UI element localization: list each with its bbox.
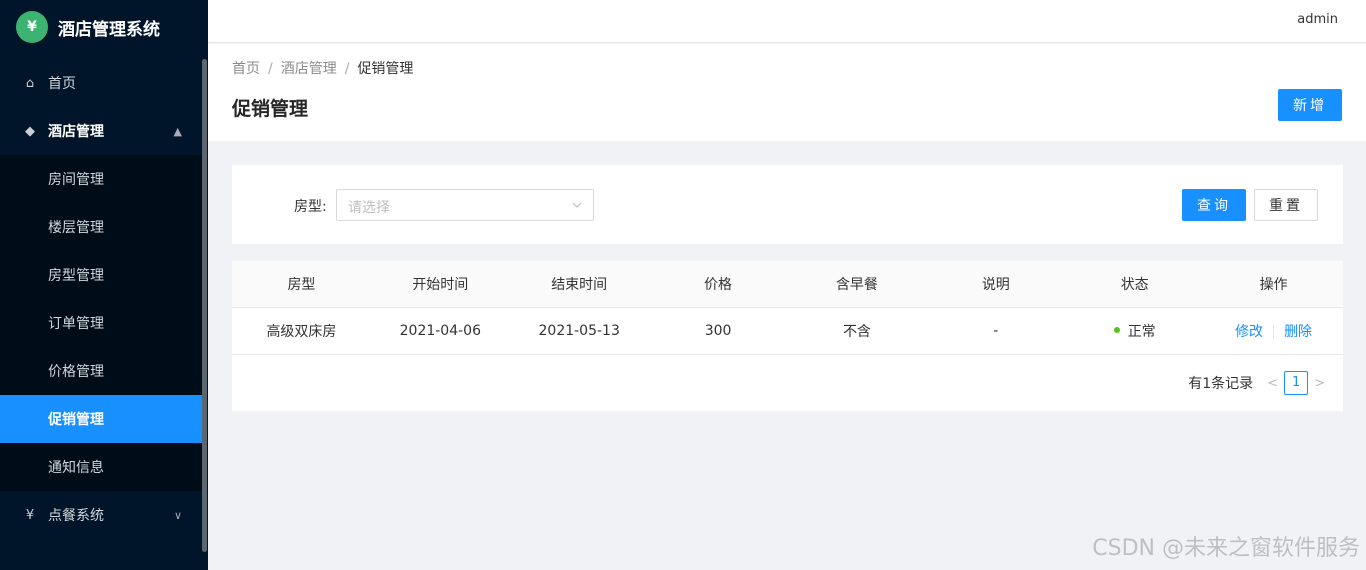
column-header: 开始时间 [370, 261, 510, 308]
pagination: 有1条记录 < 1 > [1188, 371, 1331, 395]
promotions-table-card: 房型 开始时间 结束时间 价格 含早餐 说明 状态 操作 高级双床房 2021-… [232, 261, 1343, 411]
action-divider [1273, 324, 1275, 339]
home-icon: ⌂ [25, 75, 35, 91]
sidebar-item-hotel-management[interactable]: ◆ 酒店管理 ▲ [0, 107, 202, 155]
table-row: 高级双床房 2021-04-06 2021-05-13 300 不含 - 正常 … [232, 307, 1343, 355]
sidebar-item-promotions[interactable]: 促销管理 [0, 395, 202, 443]
cell-start-time: 2021-04-06 [370, 307, 510, 355]
add-button[interactable]: 新增 [1278, 89, 1342, 121]
sidebar-item-rooms[interactable]: 房间管理 [0, 155, 202, 203]
room-type-label: 房型: [294, 199, 327, 215]
sidebar-item-label: 点餐系统 [48, 508, 104, 524]
chevron-down-icon [572, 202, 582, 208]
hotel-submenu: 房间管理 楼层管理 房型管理 订单管理 价格管理 促销管理 通知信息 [0, 155, 202, 491]
edit-link[interactable]: 修改 [1235, 324, 1263, 340]
receipt-icon: ¥ [25, 507, 35, 523]
sidebar-item-orders[interactable]: 订单管理 [0, 299, 202, 347]
breadcrumb: 首页 / 酒店管理 / 促销管理 [232, 58, 413, 78]
sidebar-item-label: 价格管理 [48, 364, 104, 380]
sidebar-menu: ⌂ 首页 ◆ 酒店管理 ▲ 房间管理 楼层管理 房型管理 订单管理 价格管理 促… [0, 59, 202, 539]
sidebar-item-prices[interactable]: 价格管理 [0, 347, 202, 395]
user-menu[interactable]: admin [1297, 12, 1338, 27]
sidebar-item-label: 楼层管理 [48, 220, 104, 236]
search-form: 房型: 请选择 查询 重置 [232, 165, 1343, 244]
column-header: 操作 [1204, 261, 1343, 308]
breadcrumb-hotel-management[interactable]: 酒店管理 [281, 61, 337, 77]
sidebar-item-label: 通知信息 [48, 460, 104, 476]
sidebar-item-label: 首页 [48, 76, 76, 92]
cell-room-type: 高级双床房 [232, 307, 371, 355]
select-placeholder: 请选择 [348, 200, 390, 216]
table-header-row: 房型 开始时间 结束时间 价格 含早餐 说明 状态 操作 [232, 261, 1343, 308]
reset-button[interactable]: 重置 [1254, 189, 1318, 221]
breadcrumb-separator: / [344, 61, 350, 77]
prev-page-icon[interactable]: < [1267, 376, 1278, 391]
column-header: 价格 [648, 261, 788, 308]
status-dot [1113, 326, 1120, 333]
diamond-icon: ◆ [25, 123, 35, 139]
column-header: 房型 [232, 261, 371, 308]
column-header: 结束时间 [509, 261, 649, 308]
room-type-select[interactable]: 请选择 [336, 189, 594, 221]
chevron-down-icon: ∨ [173, 508, 182, 522]
sidebar-item-label: 促销管理 [48, 412, 104, 428]
cell-note: - [926, 307, 1066, 355]
cell-end-time: 2021-05-13 [509, 307, 649, 355]
promotions-table: 房型 开始时间 结束时间 价格 含早餐 说明 状态 操作 高级双床房 2021-… [232, 261, 1343, 355]
status-text: 正常 [1127, 323, 1156, 340]
sidebar-item-floors[interactable]: 楼层管理 [0, 203, 202, 251]
sidebar-item-room-types[interactable]: 房型管理 [0, 251, 202, 299]
column-header: 状态 [1065, 261, 1205, 308]
sidebar-item-home[interactable]: ⌂ 首页 [0, 59, 202, 107]
sidebar-scrollbar[interactable] [202, 59, 207, 552]
sidebar-item-ordering-system[interactable]: ¥ 点餐系统 ∨ [0, 491, 202, 539]
page-number[interactable]: 1 [1284, 371, 1309, 395]
page-title: 促销管理 [232, 98, 309, 120]
delete-link[interactable]: 删除 [1284, 324, 1312, 340]
sidebar-item-label: 订单管理 [48, 316, 104, 332]
top-header: admin [208, 0, 1366, 43]
sidebar-item-label: 酒店管理 [48, 124, 104, 140]
query-button[interactable]: 查询 [1182, 189, 1246, 221]
logo-icon: ¥ [16, 11, 48, 43]
sidebar-item-notices[interactable]: 通知信息 [0, 443, 202, 491]
next-page-icon[interactable]: > [1314, 376, 1325, 391]
column-header: 说明 [926, 261, 1066, 308]
column-header: 含早餐 [787, 261, 927, 308]
page-header: 首页 / 酒店管理 / 促销管理 促销管理 新增 [208, 44, 1366, 141]
breadcrumb-separator: / [268, 61, 273, 77]
sidebar-item-label: 房型管理 [48, 268, 104, 284]
cell-breakfast: 不含 [787, 307, 927, 355]
total-count: 有1条记录 [1188, 376, 1254, 392]
breadcrumb-current: 促销管理 [357, 61, 414, 77]
sidebar: ¥ 酒店管理系统 ⌂ 首页 ◆ 酒店管理 ▲ 房间管理 楼层管理 房型管理 订单… [0, 0, 208, 570]
logo[interactable]: ¥ 酒店管理系统 [0, 0, 208, 54]
breadcrumb-home[interactable]: 首页 [232, 61, 260, 77]
chevron-up-icon: ▲ [173, 124, 182, 138]
app-title: 酒店管理系统 [58, 19, 160, 40]
cell-price: 300 [648, 307, 788, 355]
watermark: CSDN @未来之窗软件服务 [1092, 536, 1360, 561]
sidebar-item-label: 房间管理 [48, 172, 104, 188]
cell-actions: 修改 删除 [1204, 307, 1343, 355]
cell-status: 正常 [1065, 307, 1205, 355]
